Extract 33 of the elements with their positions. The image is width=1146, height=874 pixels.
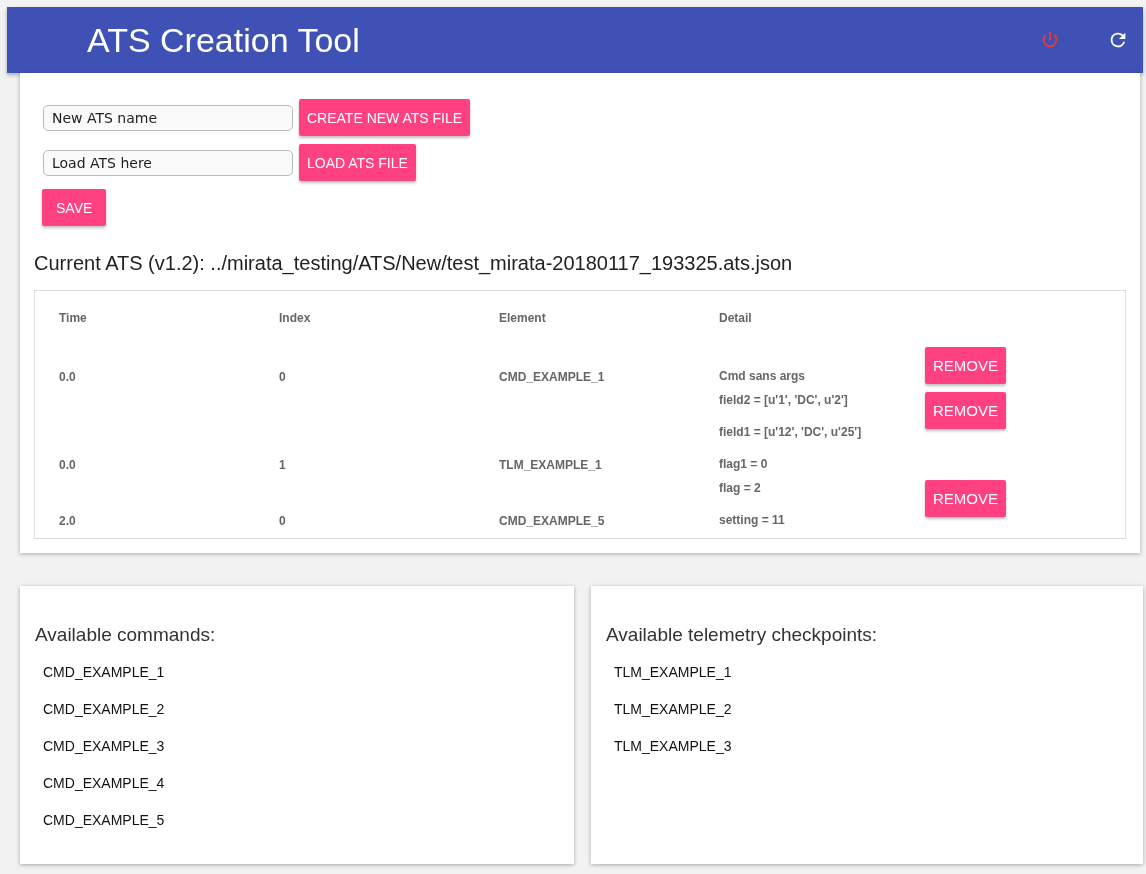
current-ats-path: Current ATS (v1.2): ../mirata_testing/ATS/New/test_mirata-20180117_193325.ats.json <box>34 252 794 275</box>
table-cell-text: 0.0 <box>58 457 77 474</box>
column-header: Index <box>278 310 312 327</box>
detail-text: flag1 = 0 <box>719 456 769 472</box>
table-cell-text: 2.0 <box>58 513 77 530</box>
detail-text: Cmd sans args <box>719 368 807 384</box>
detail-text: field2 = [u'1', 'DC', u'2'] <box>719 392 849 409</box>
panel-title: Available commands: <box>35 624 217 646</box>
column-header: Element <box>498 310 547 327</box>
list-item[interactable]: CMD_EXAMPLE_3 <box>43 738 574 775</box>
table-cell-text: TLM_EXAMPLE_1 <box>498 457 603 474</box>
table-cell-text: 0 <box>278 369 287 386</box>
list-item[interactable]: TLM_EXAMPLE_3 <box>614 738 1143 775</box>
detail-text: setting = 11 <box>719 512 786 528</box>
input-field[interactable]: Load ATS here <box>43 149 293 176</box>
app-title: ATS Creation Tool <box>87 20 360 60</box>
column-header: Time <box>58 310 88 327</box>
table-cell-text: CMD_EXAMPLE_5 <box>498 513 606 530</box>
detail-text: field1 = [u'12', 'DC', u'25'] <box>719 424 863 441</box>
list-item[interactable]: CMD_EXAMPLE_4 <box>43 775 574 812</box>
list-item[interactable]: CMD_EXAMPLE_2 <box>43 701 574 738</box>
table-cell-text: 0.0 <box>58 369 77 386</box>
list-item[interactable]: CMD_EXAMPLE_5 <box>43 812 574 849</box>
panel-title: Available telemetry checkpoints: <box>606 624 879 646</box>
list-item[interactable]: TLM_EXAMPLE_2 <box>614 701 1143 738</box>
table-cell-text: 0 <box>278 513 287 530</box>
input-field[interactable]: New ATS name <box>43 104 293 131</box>
list-item[interactable]: TLM_EXAMPLE_1 <box>614 664 1143 701</box>
list-item[interactable]: CMD_EXAMPLE_1 <box>43 664 574 701</box>
column-header: Detail <box>718 310 753 327</box>
table-cell-text: 1 <box>278 457 287 474</box>
detail-text: flag = 2 <box>719 480 762 497</box>
table-cell-text: CMD_EXAMPLE_1 <box>498 369 606 386</box>
